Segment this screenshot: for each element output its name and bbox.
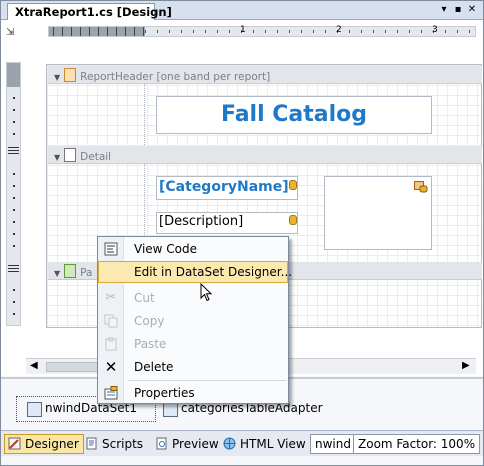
band-label: Pa [80,267,93,279]
auto-hide-icon[interactable]: ▪ [451,3,465,17]
paste-icon [104,337,118,351]
collapse-arrow-icon[interactable]: ▼ [54,73,60,82]
menu-item-paste[interactable]: Paste [98,333,288,355]
ruler-tick [13,209,15,211]
ruler-number: 3 [432,25,438,35]
menu-item-delete[interactable]: ✕ Delete [98,356,288,378]
menu-item-label: Delete [134,360,174,374]
band-resize-grip[interactable] [8,265,19,273]
vertical-ruler [6,62,21,326]
menu-item-view-code[interactable]: View Code [98,238,288,260]
ruler-tick [13,97,15,99]
page-footer-band-icon [64,264,77,278]
ruler-tick [13,289,15,291]
ruler-tick [13,121,15,123]
table-adapter-icon [163,402,178,417]
tab-label: Preview [172,437,219,451]
ruler-tick [13,185,15,187]
band-label: ReportHeader [one band per report] [80,71,271,83]
menu-item-label: Cut [134,291,155,305]
picture-binding-icon [414,181,428,193]
ruler-tick [13,221,15,223]
ruler-number: 2 [336,25,342,35]
ruler-tick [13,173,15,175]
menu-item-copy[interactable]: Copy [98,310,288,332]
ruler-corner-icon: ⇲ [6,27,15,38]
menu-item-label: Properties [134,386,195,400]
band-header-report-header[interactable]: ▼ ReportHeader [one band per report] [48,66,482,84]
description-field[interactable]: [Description] [156,212,298,234]
data-source-indicator[interactable]: nwind [310,434,356,454]
ruler-number: 1 [240,25,246,35]
collapse-arrow-icon[interactable]: ▼ [54,269,60,278]
title-label-control[interactable]: Fall Catalog [156,96,432,134]
tab-xtrareport-design[interactable]: XtraReport1.cs [Design] [7,3,172,21]
mouse-pointer-icon [200,282,214,303]
properties-icon [104,386,118,400]
window-position-dropdown-icon[interactable]: ▾ [437,3,451,17]
tab-designer[interactable]: Designer [4,434,84,454]
tab-label: Designer [25,437,79,451]
band-label: Detail [80,151,112,163]
report-header-band-icon [64,68,77,82]
menu-separator [128,380,286,381]
ruler-margin-region [7,63,20,87]
ruler-tick [13,245,15,247]
delete-icon: ✕ [104,358,118,376]
tab-preview[interactable]: Preview [151,434,224,454]
tab-scripts[interactable]: Scripts [81,434,148,454]
designer-icon [8,437,21,450]
ruler-tick [13,109,15,111]
menu-item-cut[interactable]: ✂ Cut [98,287,288,309]
data-binding-icon [289,180,297,190]
context-menu: View Code Edit in DataSet Designer... ✂ C… [97,236,292,404]
scripts-icon [85,437,98,450]
menu-item-edit-in-dataset-designer[interactable]: Edit in DataSet Designer... [98,261,292,283]
ruler-tick [13,301,15,303]
menu-item-label: Paste [134,337,167,351]
html-view-icon [223,437,236,450]
detail-band-icon [64,148,77,162]
band-resize-grip[interactable] [8,147,19,155]
menu-item-label: Copy [134,314,165,328]
tab-html-view[interactable]: HTML View [219,434,311,454]
tab-label: Scripts [102,437,144,451]
menu-item-properties[interactable]: Properties [98,382,288,404]
view-code-icon [104,242,118,256]
zoom-factor-indicator[interactable]: Zoom Factor: 100% [353,434,481,454]
preview-icon [155,437,168,450]
ruler-tick [13,313,15,315]
ruler-tick [13,233,15,235]
band-header-detail[interactable]: ▼ Detail [48,146,482,164]
ruler-tick [13,197,15,199]
cut-icon: ✂ [105,290,117,305]
collapse-arrow-icon[interactable]: ▼ [54,153,60,162]
data-binding-icon [289,215,297,225]
category-name-field[interactable]: [CategoryName] [156,176,298,200]
document-tab-strip: XtraReport1.cs [Design] ▾ ▪ ✕ [1,1,483,21]
ruler-ticks [145,30,475,33]
ruler-margin-region [49,27,145,36]
tab-label: HTML View [240,437,306,451]
view-switcher-bar: Designer Scripts Preview HTML View nwind… [1,430,483,456]
copy-icon [104,314,118,328]
scroll-left-icon[interactable]: ◀ [30,360,38,371]
ruler-tick [13,133,15,135]
scroll-right-icon[interactable]: ▶ [462,360,470,371]
dataset-icon [27,402,42,417]
menu-item-label: View Code [134,242,198,256]
horizontal-ruler: 1 2 3 [48,25,476,37]
close-icon[interactable]: ✕ [465,3,479,17]
menu-item-label: Edit in DataSet Designer... [134,265,293,279]
